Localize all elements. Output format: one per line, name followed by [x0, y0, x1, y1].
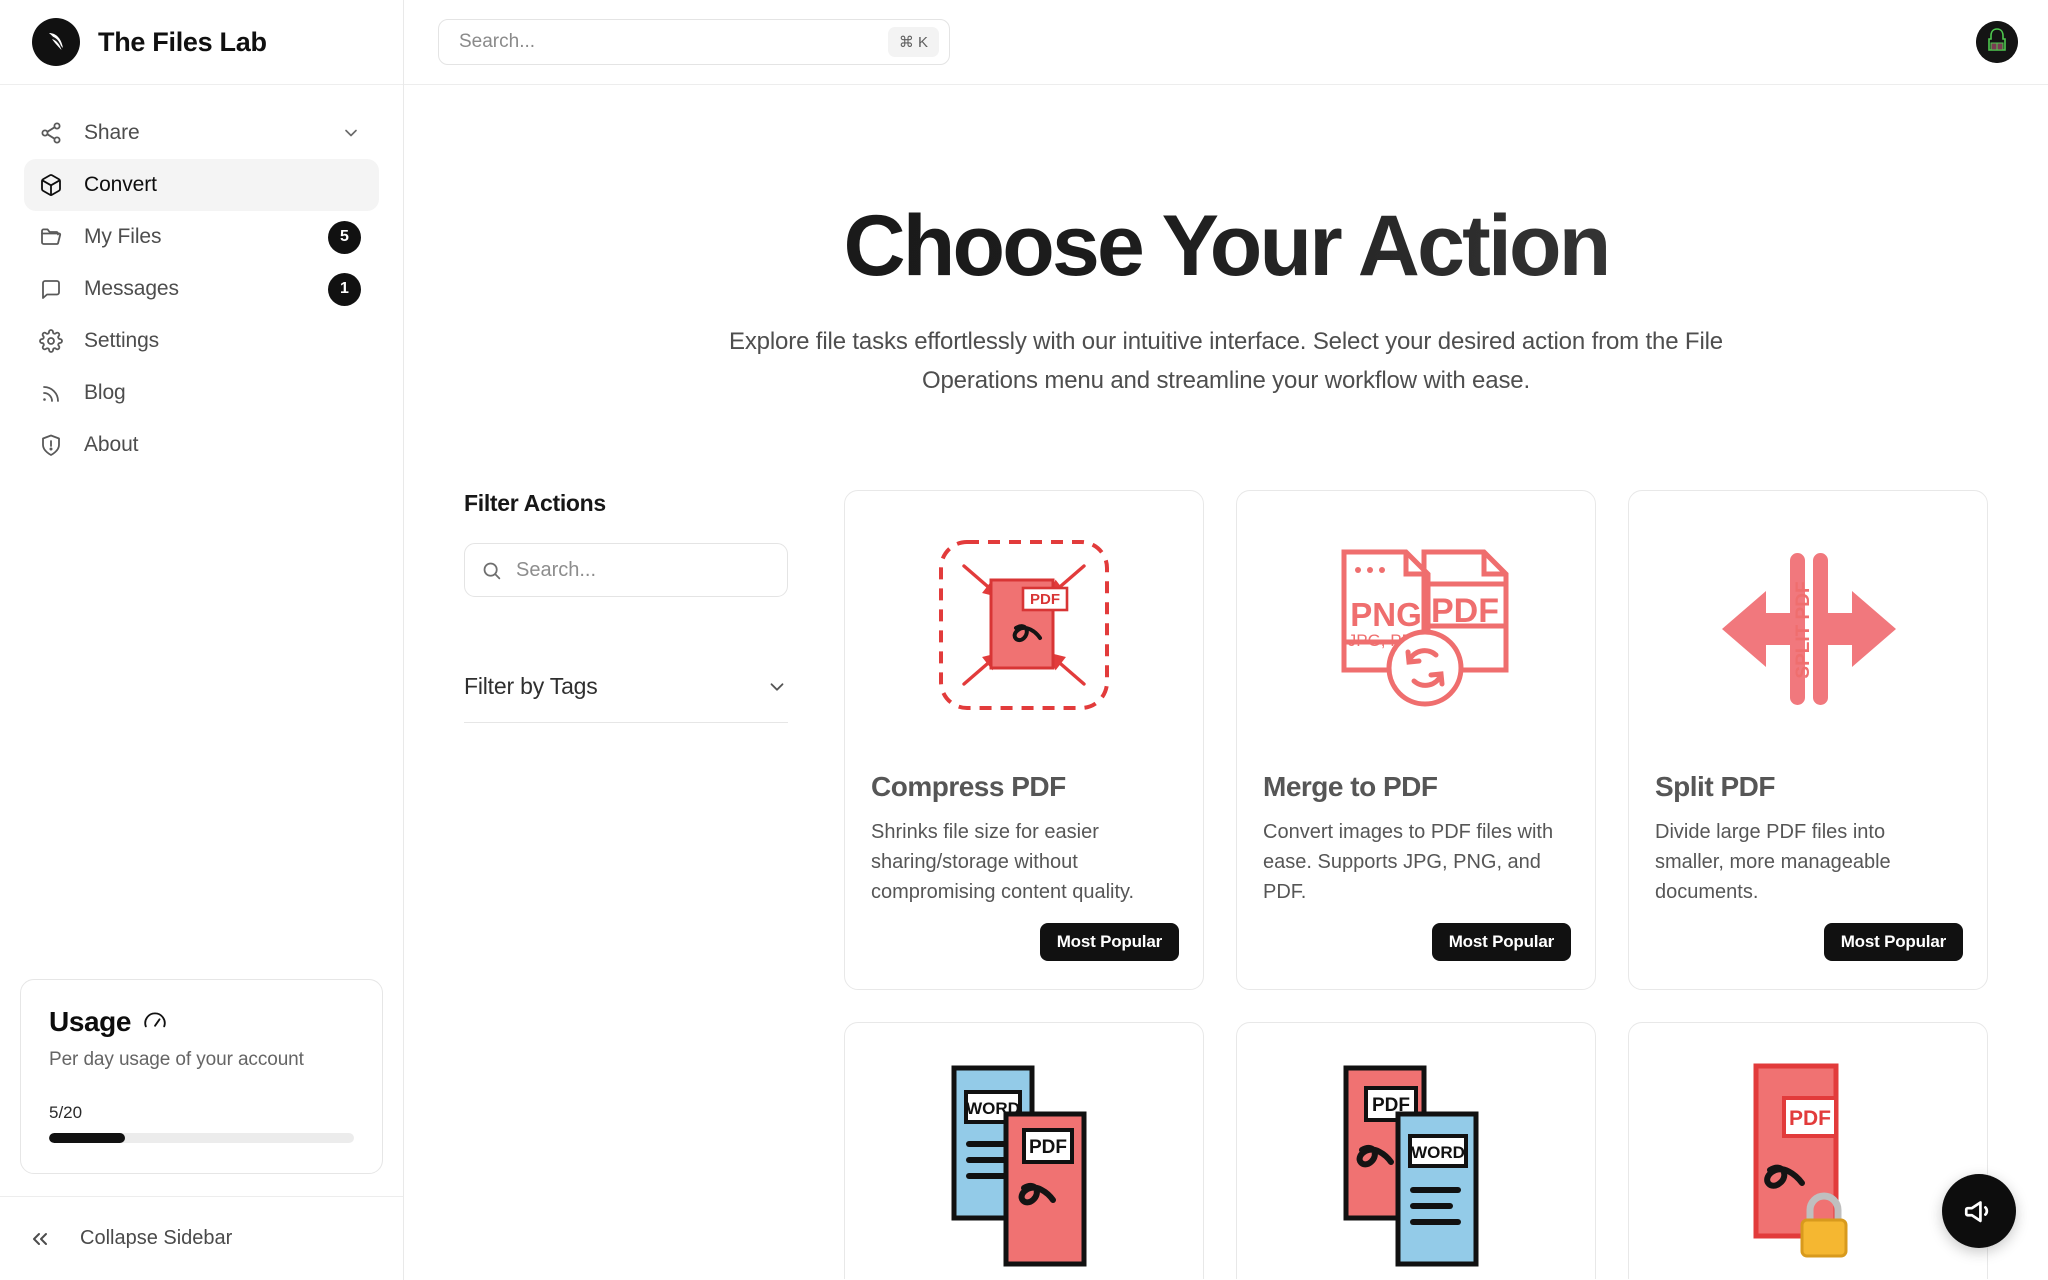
actions-grid: PDF Compress PDF Shrinks file size for e… [844, 490, 1988, 1279]
action-card-badge-row: Most Popular [845, 923, 1203, 962]
main-area: ⌘ K Choose Your Action Explore file task… [404, 0, 2048, 1280]
shield-alert-icon [38, 432, 64, 458]
announcements-fab[interactable] [1942, 1174, 2016, 1248]
usage-title-row: Usage [49, 1006, 354, 1038]
protect-pdf-art: PDF [1629, 1023, 1987, 1279]
status-badge: Most Popular [1431, 923, 1571, 962]
chevron-down-icon [766, 676, 788, 698]
usage-panel: Usage Per day usage of your account 5/20 [20, 979, 383, 1174]
brand-header[interactable]: The Files Lab [0, 0, 403, 85]
status-badge: Most Popular [1039, 923, 1179, 962]
action-card-description: Convert images to PDF files with ease. S… [1263, 821, 1554, 904]
action-card-title: Merge to PDF [1263, 771, 1438, 803]
compress-pdf-art: PDF [845, 491, 1203, 761]
gear-icon [38, 328, 64, 354]
sidebar-item-share[interactable]: Share [24, 107, 379, 159]
usage-count: 5/20 [49, 1103, 83, 1122]
action-card-merge-to-pdf[interactable]: PNG JPG, PDF PDF Merge to PDF Convert im… [1236, 490, 1596, 991]
svg-text:PDF: PDF [1029, 1137, 1067, 1158]
usage-progress-bar [49, 1133, 354, 1143]
sidebar-item-label: Blog [84, 381, 126, 404]
sidebar-item-about[interactable]: About [24, 419, 379, 471]
svg-text:WORD: WORD [1411, 1143, 1465, 1162]
page-title: Choose Your Action [404, 202, 2048, 291]
page-subtitle: Explore file tasks effortlessly with our… [728, 327, 1724, 394]
sidebar-item-label: Messages [84, 277, 179, 300]
svg-text:PDF: PDF [1789, 1107, 1831, 1130]
action-card-compress-pdf[interactable]: PDF Compress PDF Shrinks file size for e… [844, 490, 1204, 991]
usage-progress-fill [49, 1133, 126, 1143]
brand-name: The Files Lab [98, 26, 267, 57]
sidebar: The Files Lab Share Convert My Files 5 M… [0, 0, 404, 1280]
pdf-to-word-art: PDF WORD [1237, 1023, 1595, 1279]
sidebar-badge-my-files: 5 [328, 220, 361, 254]
sidebar-item-settings[interactable]: Settings [24, 315, 379, 367]
sidebar-item-label: Convert [84, 173, 157, 196]
app-root: The Files Lab Share Convert My Files 5 M… [0, 0, 2048, 1280]
merge-to-pdf-art: PNG JPG, PDF PDF [1237, 491, 1595, 761]
box-icon [38, 172, 64, 198]
sidebar-item-label: Settings [84, 329, 160, 352]
filter-by-tags-toggle[interactable]: Filter by Tags [464, 673, 788, 724]
filter-actions-title: Filter Actions [464, 490, 606, 517]
action-card-title: Compress PDF [871, 771, 1066, 803]
svg-text:PDF: PDF [1431, 592, 1499, 630]
app-logo-icon [32, 18, 80, 66]
filter-panel: Filter Actions Filter by Tags [464, 490, 844, 1279]
share-icon [38, 120, 64, 146]
chevron-down-icon[interactable] [341, 123, 361, 143]
word-to-pdf-art: WORD PDF [845, 1023, 1203, 1279]
status-badge: Most Popular [1823, 923, 1963, 962]
action-card-description: Divide large PDF files into smaller, mor… [1655, 821, 1891, 904]
hero-section: Choose Your Action Explore file tasks ef… [404, 85, 2048, 400]
rss-icon [38, 380, 64, 406]
lower-section: Filter Actions Filter by Tags [404, 400, 2048, 1279]
sidebar-item-label: My Files [84, 225, 162, 248]
filter-by-tags-label: Filter by Tags [464, 673, 598, 700]
global-search[interactable]: ⌘ K [438, 19, 950, 65]
filter-search[interactable] [464, 543, 788, 598]
megaphone-icon [1962, 1194, 1996, 1228]
sidebar-item-messages[interactable]: Messages 1 [24, 263, 379, 315]
action-card-protect-pdf[interactable]: PDF [1628, 1022, 1988, 1279]
sidebar-item-blog[interactable]: Blog [24, 367, 379, 419]
sidebar-item-label: Share [84, 121, 140, 144]
action-card-pdf-to-word[interactable]: PDF WORD [1236, 1022, 1596, 1279]
search-shortcut-badge: ⌘ K [887, 27, 939, 57]
page-content: Choose Your Action Explore file tasks ef… [404, 85, 2048, 1279]
collapse-sidebar-label: Collapse Sidebar [80, 1227, 233, 1249]
message-icon [38, 276, 64, 302]
collapse-sidebar-button[interactable]: Collapse Sidebar [0, 1196, 403, 1280]
action-card-description: Shrinks file size for easier sharing/sto… [871, 821, 1135, 904]
search-icon [481, 560, 502, 581]
svg-text:SPLIT PDF: SPLIT PDF [1793, 582, 1814, 679]
gauge-icon [142, 1009, 168, 1035]
svg-text:PDF: PDF [1030, 591, 1060, 608]
avatar[interactable] [1976, 21, 2018, 63]
filter-search-input[interactable] [516, 558, 781, 582]
usage-title: Usage [49, 1006, 132, 1037]
action-card-badge-row: Most Popular [1237, 923, 1595, 962]
topbar: ⌘ K [404, 0, 2048, 85]
sidebar-item-label: About [84, 433, 139, 456]
action-card-split-pdf[interactable]: SPLIT PDF Split PDF Divide large PDF fil… [1628, 490, 1988, 991]
action-card-word-to-pdf[interactable]: WORD PDF [844, 1022, 1204, 1279]
sidebar-item-my-files[interactable]: My Files 5 [24, 211, 379, 263]
usage-subtitle: Per day usage of your account [49, 1049, 304, 1070]
sidebar-item-convert[interactable]: Convert [24, 159, 379, 211]
search-input[interactable] [459, 31, 888, 53]
chevrons-left-icon [28, 1227, 52, 1251]
folder-icon [38, 224, 64, 250]
action-card-badge-row: Most Popular [1629, 923, 1987, 962]
sidebar-nav: Share Convert My Files 5 Messages 1 Sett… [0, 85, 403, 471]
action-card-title: Split PDF [1655, 771, 1775, 803]
split-pdf-art: SPLIT PDF [1629, 491, 1987, 761]
svg-text:PNG: PNG [1350, 596, 1422, 633]
sidebar-badge-messages: 1 [328, 272, 361, 306]
